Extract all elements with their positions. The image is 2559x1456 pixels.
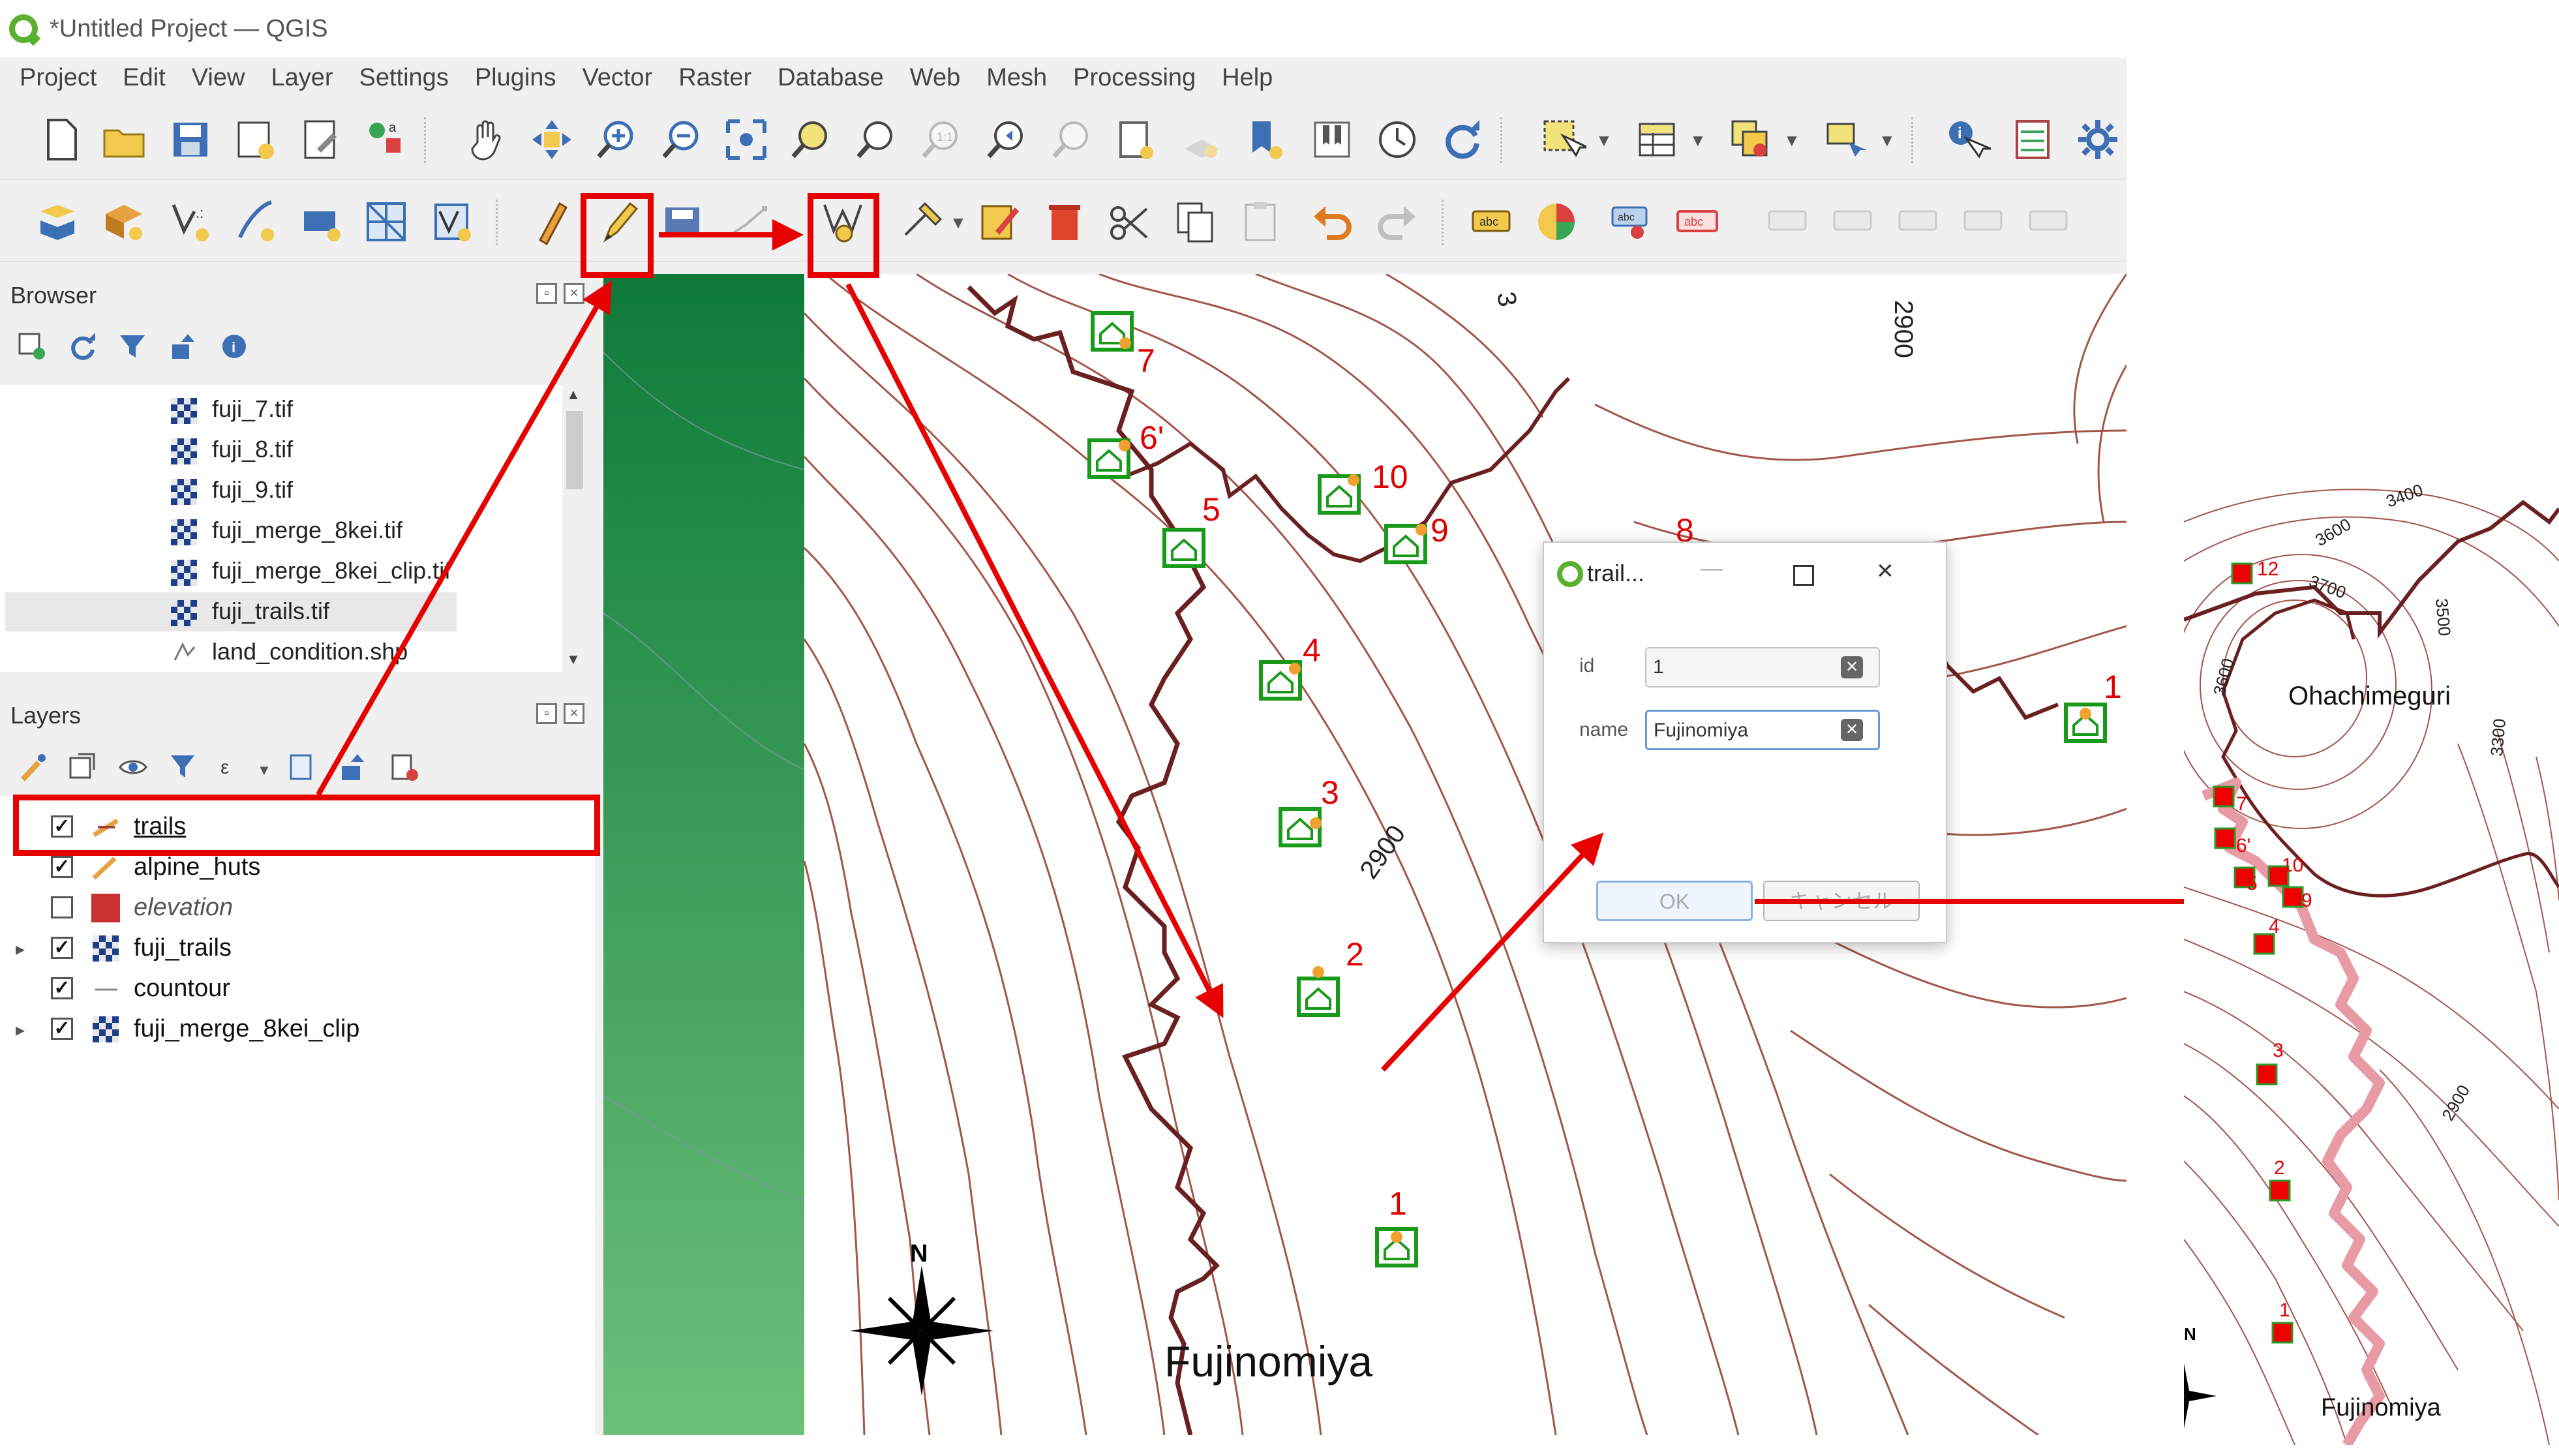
place-label-fujinomiya: Fujinomiya — [2321, 1394, 2442, 1421]
trail-point — [2271, 1322, 2294, 1344]
point-number: 5 — [2247, 873, 2258, 894]
arrow-layer-to-edit — [316, 280, 612, 796]
point-number: 3 — [2273, 1040, 2284, 1061]
point-number: 10 — [2282, 855, 2303, 876]
arrow-add-to-map — [845, 283, 1224, 1018]
contour-label: 3400 — [2384, 483, 2426, 511]
contour-label: 3600 — [2209, 656, 2238, 698]
point-number: 1 — [2279, 1299, 2290, 1321]
point-number: 9 — [2301, 890, 2312, 911]
annotation-arrows — [316, 219, 2271, 1072]
north-arrow-icon — [2184, 1363, 2217, 1429]
point-number: 7 — [2236, 793, 2247, 815]
point-number: 4 — [2269, 916, 2280, 937]
trail-point — [2213, 785, 2235, 808]
inset-trail-dark-2 — [2241, 788, 2559, 898]
point-number: 6' — [2236, 835, 2250, 857]
trail-point — [2269, 1179, 2291, 1202]
point-number: 12 — [2257, 558, 2279, 580]
north-label: N — [2184, 1324, 2196, 1344]
contour-label: 3300 — [2487, 718, 2509, 757]
contour-label: 2900 — [2438, 1082, 2474, 1124]
trail-point — [2231, 562, 2253, 584]
inset-trail-pink — [2202, 778, 2385, 1445]
inset-map-svg: 3400 3600 3700 3500 3600 3300 2900 12 7 … — [2184, 483, 2559, 1445]
trail-point — [2214, 827, 2236, 849]
result-inset-map: 3400 3600 3700 3500 3600 3300 2900 12 7 … — [2184, 483, 2559, 1445]
point-number: 2 — [2274, 1157, 2285, 1179]
arrow-map-to-dialog — [1381, 832, 1604, 1072]
contour-label: 3500 — [2432, 598, 2455, 637]
contour-label: 3600 — [2312, 514, 2354, 550]
crater-label-ohachimeguri: Ohachimeguri — [2288, 682, 2451, 710]
trail-point — [2256, 1063, 2278, 1085]
trail-point — [2282, 886, 2304, 908]
